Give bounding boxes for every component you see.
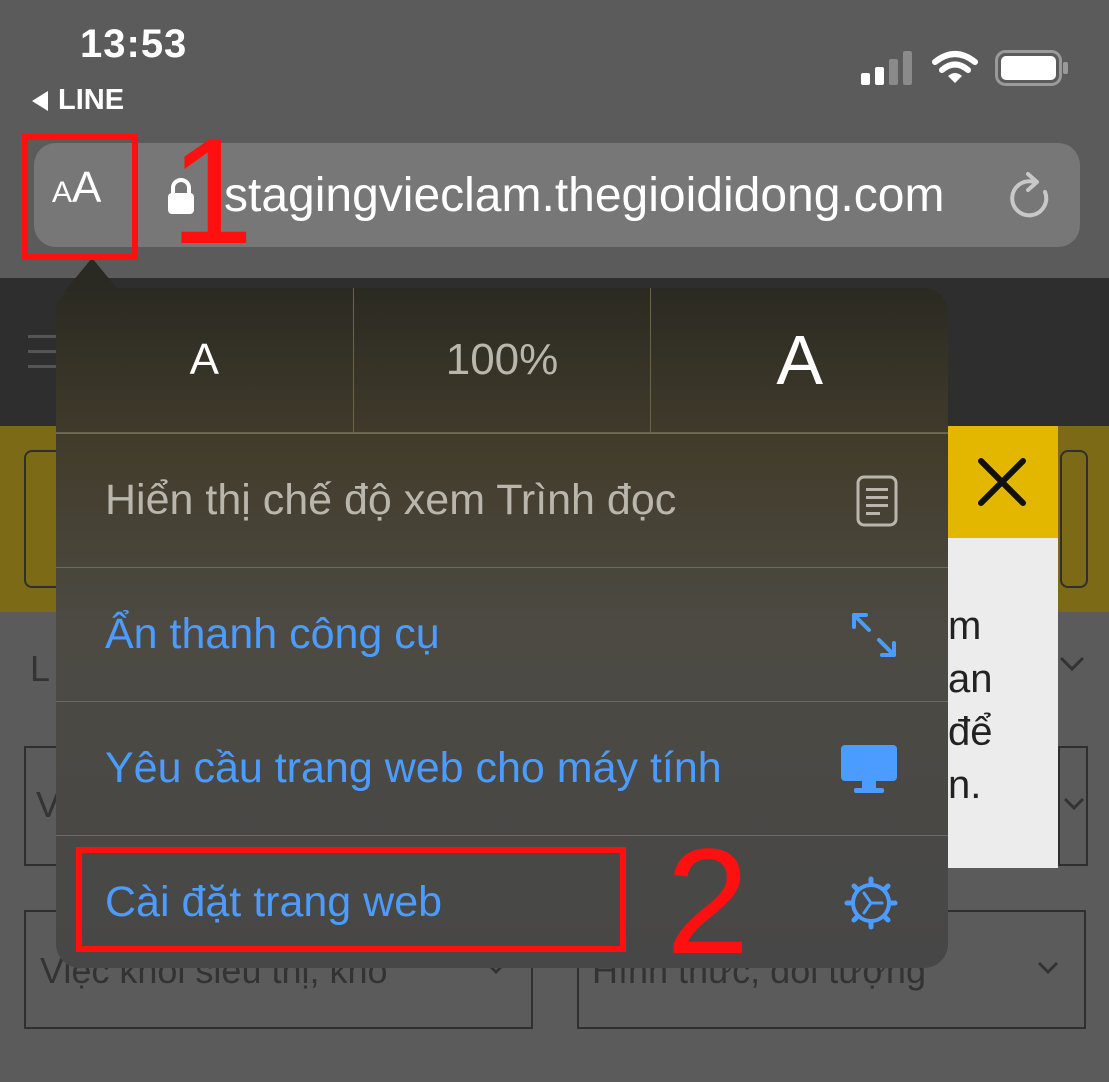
desktop-icon	[841, 744, 897, 793]
chevron-down-icon	[1037, 961, 1059, 975]
notice-line: n.	[948, 763, 982, 807]
status-time: 13:53	[80, 22, 188, 66]
page-section-label: L	[30, 648, 51, 689]
banner-input-right	[1060, 450, 1088, 588]
gear-icon	[844, 876, 898, 929]
popover-arrow	[64, 258, 120, 292]
zoom-increase-button[interactable]: A	[650, 288, 948, 432]
menu-item-label: Hiển thị chế độ xem Trình đọc	[105, 476, 677, 524]
back-app-label: LINE	[58, 84, 125, 116]
status-icons	[861, 50, 1069, 86]
wifi-icon	[932, 51, 978, 83]
reload-icon[interactable]	[1006, 172, 1054, 224]
reader-icon	[856, 475, 898, 526]
menu-item-label: Ẩn thanh công cụ	[105, 610, 440, 658]
close-icon	[977, 458, 1026, 506]
notice-close-button[interactable]	[945, 426, 1058, 538]
signal-icon	[861, 51, 912, 85]
annotation-box-1	[22, 134, 138, 260]
menu-item-request-desktop[interactable]: Yêu cầu trang web cho máy tính	[56, 701, 948, 835]
menu-item-reader-view[interactable]: Hiển thị chế độ xem Trình đọc	[56, 433, 948, 567]
menu-item-hide-toolbar[interactable]: Ẩn thanh công cụ	[56, 567, 948, 701]
annotation-number-2: 2	[666, 817, 750, 985]
zoom-level[interactable]: 100%	[352, 288, 651, 432]
zoom-decrease-button[interactable]: A	[56, 288, 353, 432]
back-arrow-icon	[32, 90, 48, 111]
annotation-number-1: 1	[170, 107, 254, 275]
annotation-box-2	[76, 847, 626, 952]
chevron-down-icon	[1059, 656, 1085, 672]
notice-text: m an để n.	[948, 600, 993, 812]
zoom-controls: A 100% A	[56, 288, 948, 433]
menu-item-label: Yêu cầu trang web cho máy tính	[105, 744, 722, 792]
notice-line: an	[948, 657, 993, 701]
back-to-app-button[interactable]: LINE	[32, 84, 124, 117]
battery-icon	[995, 50, 1068, 86]
notice-line: m	[948, 604, 982, 648]
expand-arrows-icon	[852, 612, 896, 657]
chevron-down-icon	[1063, 797, 1085, 811]
notice-line: để	[948, 710, 993, 754]
url-field[interactable]: stagingvieclam.thegioididong.com	[224, 168, 974, 224]
